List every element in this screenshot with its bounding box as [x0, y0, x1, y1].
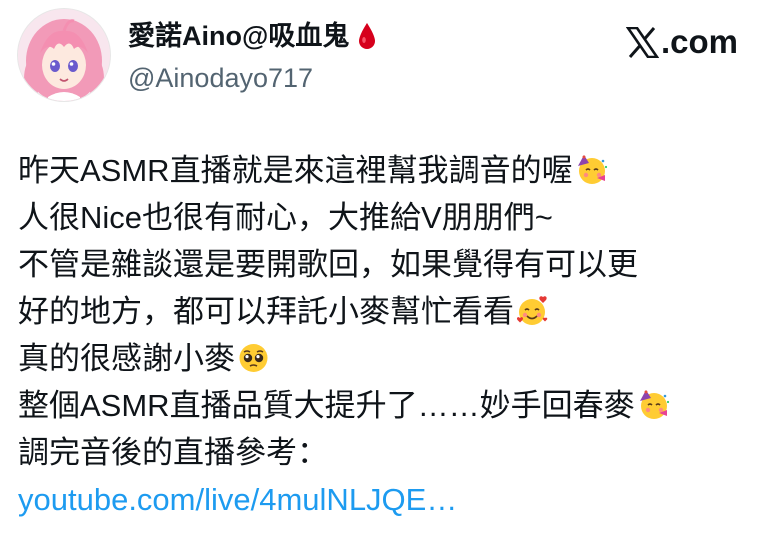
tweet-line: 整個ASMR直播品質大提升了……妙手回春麥	[18, 382, 748, 429]
tweet-line: 不管是雜談還是要開歌回，如果覺得有可以更	[18, 247, 638, 282]
tweet-line-text: 真的很感謝小麥	[18, 341, 235, 376]
tweet-line: 調完音後的直播參考：	[18, 435, 328, 470]
tweet-line-text: 整個ASMR直播品質大提升了……妙手回春麥	[18, 388, 635, 423]
x-logo-icon	[625, 26, 660, 58]
tweet-line: 真的很感謝小麥	[18, 335, 748, 382]
tweet-line: 人很Nice也很有耐心，大推給V朋朋們~	[18, 200, 553, 235]
author-display-name[interactable]: 愛諾Aino@吸血鬼	[128, 19, 349, 53]
partying-face-icon	[637, 388, 670, 421]
x-com-brand: .com	[625, 23, 738, 60]
blood-drop-icon	[357, 22, 377, 50]
author-name-row[interactable]: 愛諾Aino@吸血鬼	[128, 19, 377, 53]
author-handle[interactable]: @Ainodayo717	[128, 61, 313, 95]
tweet-line-text: 好的地方，都可以拜託小麥幫忙看看	[18, 294, 514, 329]
brand-domain-text: .com	[660, 23, 738, 60]
tweet-card: 愛諾Aino@吸血鬼 @Ainodayo717 .com 昨天ASMR直播就是來…	[0, 0, 768, 550]
tweet-text: 昨天ASMR直播就是來這裡幫我調音的喔 人很Nice也很有耐心，大推給V朋朋們~…	[18, 147, 748, 523]
partying-face-icon	[575, 153, 608, 186]
tweet-link[interactable]: youtube.com/live/4mulNLJQE…	[18, 476, 748, 523]
tweet-line: 昨天ASMR直播就是來這裡幫我調音的喔	[18, 147, 748, 194]
avatar[interactable]	[17, 8, 111, 102]
smiling-face-with-hearts-icon	[516, 294, 549, 327]
pleading-face-icon	[237, 341, 270, 374]
tweet-line: 好的地方，都可以拜託小麥幫忙看看	[18, 288, 748, 335]
tweet-line-text: 昨天ASMR直播就是來這裡幫我調音的喔	[18, 153, 573, 188]
anime-avatar-image	[18, 9, 110, 101]
